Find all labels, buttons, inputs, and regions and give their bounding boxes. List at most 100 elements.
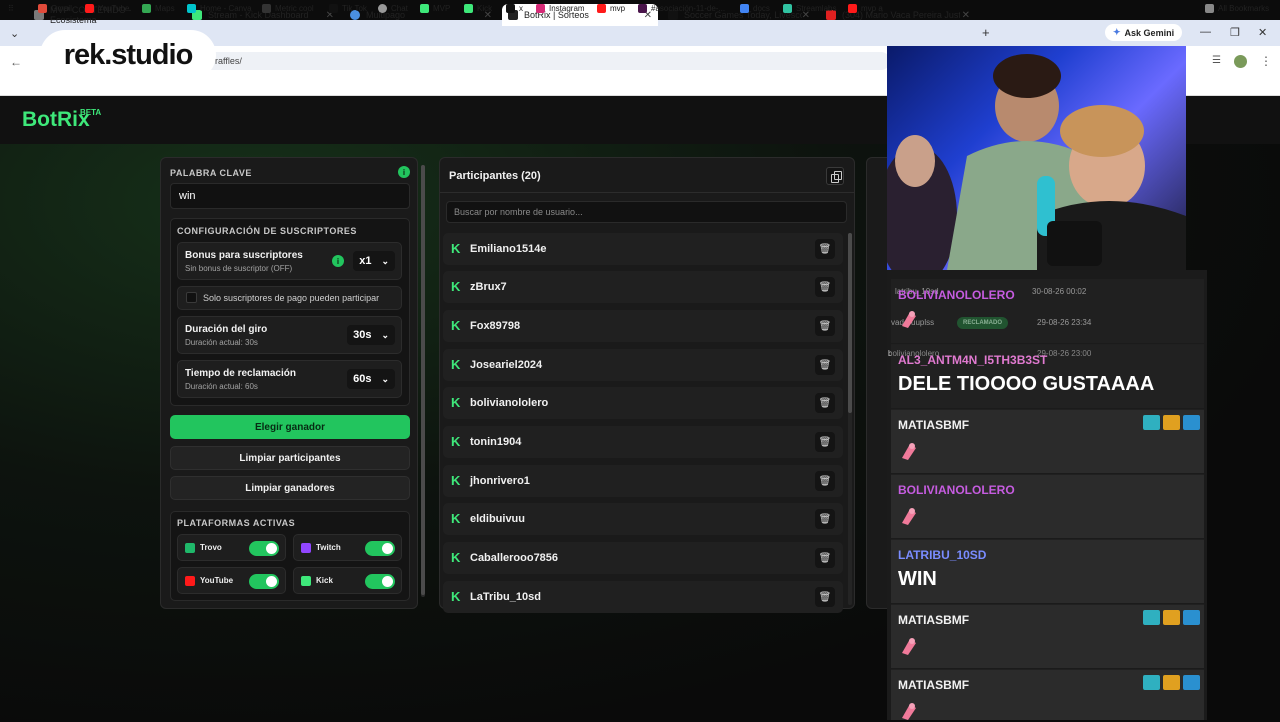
trash-icon[interactable]: 🗑 — [815, 471, 835, 491]
only-paid-checkbox[interactable] — [186, 292, 197, 303]
bookmark-item[interactable]: Tik Tok — [329, 4, 367, 13]
bookmark-item[interactable]: YouTube — [85, 4, 129, 13]
bookmark-item[interactable]: Instagram — [536, 4, 585, 13]
chat-username: AL3_ANTM4N_I5TH3B3ST — [898, 353, 1048, 367]
participant-search-input[interactable]: Buscar por nombre de usuario... — [446, 201, 847, 223]
bookmark-item[interactable]: mvp — [597, 4, 625, 13]
bookmark-label: Streamlabs — [796, 4, 837, 13]
copy-icon[interactable] — [826, 167, 844, 185]
bookmark-label: Tik Tok — [342, 4, 367, 13]
bonus-select[interactable]: x1 ⌄ — [353, 251, 395, 271]
bookmark-label: mvp a — [861, 4, 883, 13]
pick-winner-button[interactable]: Elegir ganador — [170, 415, 410, 439]
trash-icon[interactable]: 🗑 — [815, 393, 835, 413]
keyword-label: PALABRA CLAVE — [170, 168, 252, 178]
back-icon[interactable]: ← — [10, 55, 22, 69]
participant-name: eldibuivuu — [470, 513, 525, 525]
participants-header: Participantes (20) — [449, 170, 541, 182]
bookmark-item[interactable]: #asociación-11-de-... — [638, 4, 725, 13]
scrollbar-thumb[interactable] — [848, 233, 852, 413]
twitch-toggle[interactable] — [365, 541, 395, 556]
tab-search-icon[interactable]: ⌄ — [10, 27, 19, 40]
trash-icon[interactable]: 🗑 — [815, 239, 835, 259]
url-field[interactable]: raffles/ — [200, 52, 890, 70]
youtube-toggle[interactable] — [249, 574, 279, 589]
platform-twitch: Twitch — [293, 534, 402, 561]
chat-text: DELE TIOOOO GUSTAAAA — [898, 373, 1155, 395]
participant-name: zBrux7 — [470, 281, 507, 293]
trash-icon[interactable]: 🗑 — [815, 587, 835, 607]
bookmark-label: #asociación-11-de-... — [651, 4, 726, 13]
bookmark-item[interactable]: Maps — [142, 4, 175, 13]
crown-badge-icon — [1163, 415, 1180, 430]
sticker-icon — [902, 443, 916, 460]
participant-row: Ktonin1904 🗑 — [443, 426, 843, 458]
participant-name: Joseariel2024 — [470, 359, 543, 371]
ask-gemini-button[interactable]: ✦ Ask Gemini — [1105, 24, 1183, 41]
trash-icon[interactable]: 🗑 — [815, 548, 835, 568]
bookmark-item[interactable]: MVP — [420, 4, 450, 13]
keyword-input[interactable]: win — [170, 183, 410, 209]
trash-icon[interactable]: 🗑 — [815, 355, 835, 375]
settings-scrollbar[interactable] — [421, 165, 425, 597]
clear-participants-button[interactable]: Limpiar participantes — [170, 446, 410, 470]
sticker-icon — [902, 703, 916, 720]
ask-gemini-label: Ask Gemini — [1124, 27, 1175, 38]
chat-username: MATIASBMF — [898, 418, 970, 432]
new-tab-button[interactable]: + — [982, 25, 990, 40]
participants-scrollbar[interactable] — [848, 233, 852, 605]
bookmark-item[interactable]: Chat — [378, 4, 408, 13]
minimize-icon[interactable]: — — [1200, 26, 1211, 38]
scrollbar-thumb[interactable] — [421, 165, 425, 595]
bookmark-item[interactable]: Metric cool — [262, 4, 314, 13]
trovo-toggle[interactable] — [249, 541, 279, 556]
all-bookmarks[interactable]: All Bookmarks — [1205, 4, 1269, 13]
maximize-icon[interactable]: ❐ — [1230, 26, 1240, 39]
participant-name: tonin1904 — [470, 436, 522, 448]
trash-icon[interactable]: 🗑 — [815, 316, 835, 336]
bookmark-label: x — [519, 4, 523, 13]
participant-row: Keldibuivuu 🗑 — [443, 503, 843, 535]
close-icon[interactable]: ✕ — [962, 10, 970, 21]
chat-message: MATIASBMF — [891, 604, 1204, 668]
trash-icon[interactable]: 🗑 — [815, 432, 835, 452]
bookmark-label: MVP — [433, 4, 451, 13]
gemini-icon: ✦ — [1113, 27, 1121, 37]
participant-name: LaTribu_10sd — [470, 591, 541, 603]
webcam-video — [887, 54, 1186, 270]
participant-name: bolivianololero — [470, 397, 549, 409]
claim-select[interactable]: 60s ⌄ — [347, 369, 395, 389]
platform-label: Trovo — [200, 543, 222, 552]
bookmark-label: docs — [753, 4, 770, 13]
participant-name: Emiliano1514e — [470, 243, 547, 255]
extensions-icon[interactable]: ☰ — [1212, 55, 1221, 66]
bookmark-item[interactable]: Kick — [464, 4, 492, 13]
chevron-down-icon: ⌄ — [381, 373, 389, 384]
bookmark-item[interactable]: Home - Canva — [187, 4, 252, 13]
all-bookmarks-label: All Bookmarks — [1218, 4, 1270, 13]
apps-icon[interactable]: ⠿ — [8, 4, 14, 13]
profile-avatar[interactable] — [1234, 55, 1247, 68]
bookmark-item[interactable]: mvp a — [848, 4, 883, 13]
participant-row: K Fox89798 🗑 — [443, 310, 843, 342]
bookmark-item[interactable]: x — [506, 4, 523, 13]
browser-tab[interactable]: (304) Mario Vaca Pereira Justin ✕ — [820, 4, 976, 26]
subscriber-config-title: CONFIGURACIÓN DE SUSCRIPTORES — [177, 226, 357, 236]
trash-icon[interactable]: 🗑 — [815, 277, 835, 297]
trash-icon[interactable]: 🗑 — [815, 509, 835, 529]
clear-winners-button[interactable]: Limpiar ganadores — [170, 476, 410, 500]
bookmark-label: Kick — [477, 4, 493, 13]
platform-label: YouTube — [200, 576, 234, 585]
claim-title: Tiempo de reclamación — [185, 368, 296, 379]
kick-toggle[interactable] — [365, 574, 395, 589]
info-icon[interactable]: i — [398, 166, 410, 178]
info-icon[interactable]: i — [332, 255, 344, 267]
kick-icon: K — [451, 395, 461, 410]
bookmark-item[interactable]: Streamlabs — [783, 4, 836, 13]
window-close-icon[interactable]: ✕ — [1258, 26, 1267, 39]
menu-icon[interactable]: ⋮ — [1260, 54, 1272, 68]
beta-badge: BETA — [80, 108, 102, 117]
spin-select[interactable]: 30s ⌄ — [347, 325, 395, 345]
bookmark-item[interactable]: docs — [740, 4, 770, 13]
bookmark-item[interactable]: Gmail — [38, 4, 72, 13]
